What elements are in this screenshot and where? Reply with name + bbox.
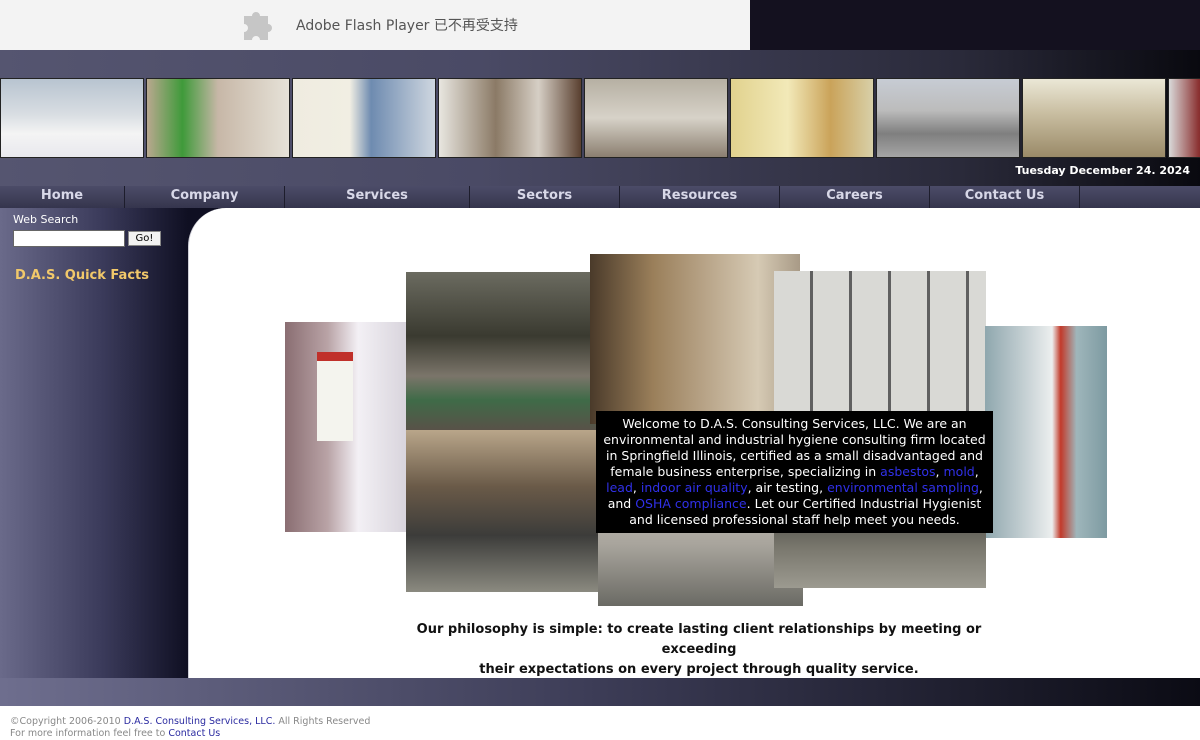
philosophy-statement: Our philosophy is simple: to create last… — [389, 620, 1009, 680]
main-nav: Home Company Services Sectors Resources … — [0, 186, 1200, 208]
collage-photo-worker-ladder — [985, 326, 1107, 538]
asbestos-link[interactable]: asbestos — [880, 464, 935, 479]
welcome-sep-3: , — [632, 480, 641, 495]
quick-facts-link[interactable]: D.A.S. Quick Facts — [15, 268, 149, 283]
welcome-sep-2: , — [974, 464, 979, 479]
rights-text: All Rights Reserved — [275, 716, 371, 727]
indoor-air-quality-link[interactable]: indoor air quality — [641, 480, 748, 495]
footer-contact-line: For more information feel free to Contac… — [10, 728, 370, 740]
header-photo-machine — [146, 78, 290, 158]
header-banner: Tuesday December 24. 2024 — [0, 50, 1200, 186]
collage-photo-demolition — [406, 430, 618, 592]
environmental-sampling-link[interactable]: environmental sampling — [827, 480, 979, 495]
nav-home[interactable]: Home — [0, 186, 125, 208]
puzzle-plugin-icon — [244, 12, 272, 40]
header-photo-strip — [0, 78, 1200, 158]
header-photo-worker — [584, 78, 728, 158]
footer-contact-link[interactable]: Contact Us — [168, 728, 220, 739]
main-content: Welcome to D.A.S. Consulting Services, L… — [188, 208, 1200, 678]
nav-sectors[interactable]: Sectors — [470, 186, 620, 208]
footer-copyright-line: ©Copyright 2006-2010 D.A.S. Consulting S… — [10, 716, 370, 728]
header-photo-building — [876, 78, 1020, 158]
welcome-sep-1: , — [935, 464, 944, 479]
danger-sign — [317, 352, 353, 441]
flash-notice-text: Adobe Flash Player 已不再受支持 — [296, 18, 518, 34]
collage-photo-warehouse — [406, 272, 616, 432]
sidebar: Web Search Go! D.A.S. Quick Facts — [0, 208, 188, 678]
mold-link[interactable]: mold — [944, 464, 975, 479]
nav-contact-us[interactable]: Contact Us — [930, 186, 1080, 208]
welcome-mid: , air testing, — [747, 480, 828, 495]
header-photo-equipment — [730, 78, 874, 158]
header-photo-room — [438, 78, 582, 158]
web-search-label: Web Search — [13, 213, 79, 226]
philosophy-line-2: their expectations on every project thro… — [479, 662, 919, 677]
header-photo-plastic-wall — [292, 78, 436, 158]
collage-photo-asbestos-sign — [285, 322, 407, 532]
osha-compliance-link[interactable]: OSHA compliance — [635, 496, 746, 511]
photo-collage: Welcome to D.A.S. Consulting Services, L… — [285, 254, 1107, 606]
footer: ©Copyright 2006-2010 D.A.S. Consulting S… — [10, 716, 370, 740]
header-photo-lab — [1168, 78, 1200, 158]
philosophy-line-1: Our philosophy is simple: to create last… — [416, 622, 982, 657]
welcome-text-box: Welcome to D.A.S. Consulting Services, L… — [596, 411, 993, 533]
nav-services[interactable]: Services — [285, 186, 470, 208]
lead-link[interactable]: lead — [606, 480, 633, 495]
footer-bar — [0, 678, 1200, 706]
collage-photo-stud-wall — [590, 254, 800, 424]
current-date: Tuesday December 24. 2024 — [1015, 164, 1190, 177]
copyright-text: ©Copyright 2006-2010 — [10, 716, 124, 727]
more-info-text: For more information feel free to — [10, 728, 169, 739]
flash-plugin-notice: Adobe Flash Player 已不再受支持 — [0, 0, 750, 50]
header-photo-interior — [1022, 78, 1166, 158]
header-photo-excavator — [0, 78, 144, 158]
nav-careers[interactable]: Careers — [780, 186, 930, 208]
nav-company[interactable]: Company — [125, 186, 285, 208]
web-search-input[interactable] — [13, 230, 125, 247]
nav-resources[interactable]: Resources — [620, 186, 780, 208]
go-button[interactable]: Go! — [128, 231, 161, 246]
company-link[interactable]: D.A.S. Consulting Services, LLC. — [124, 716, 276, 727]
